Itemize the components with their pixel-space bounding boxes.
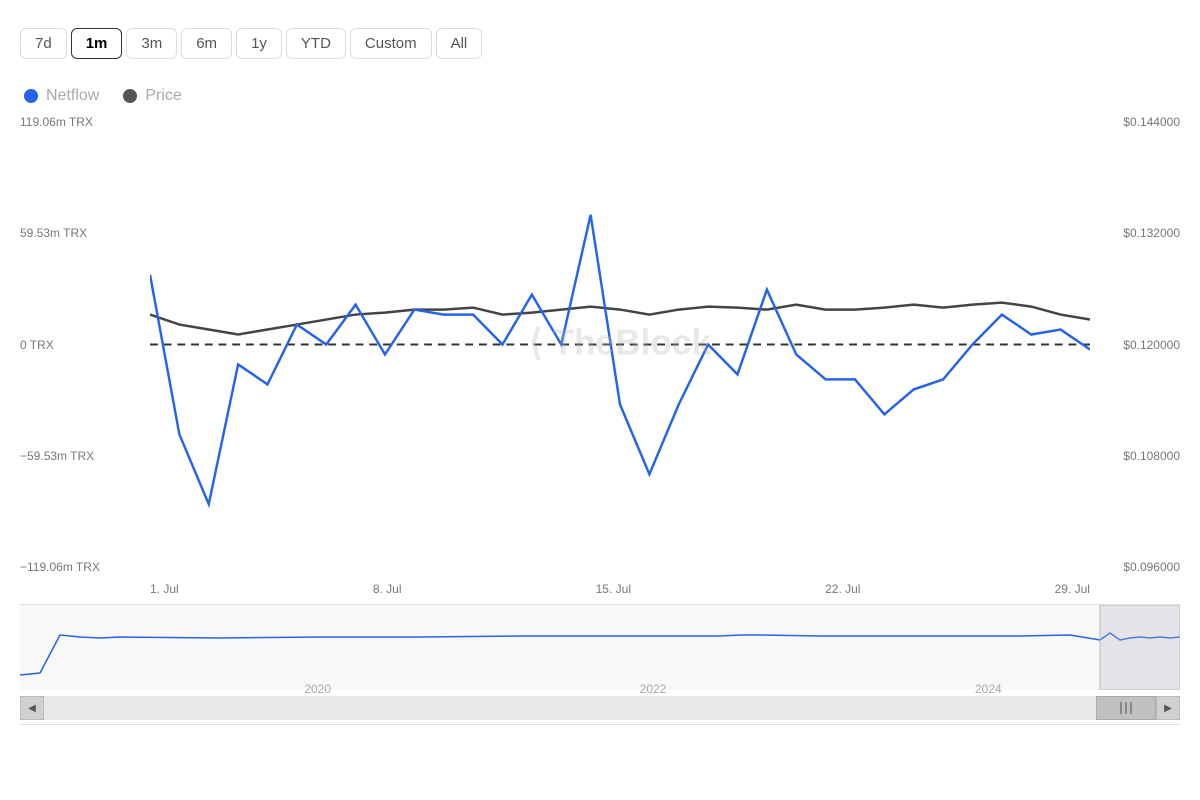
time-btn-custom[interactable]: Custom xyxy=(350,28,432,59)
main-chart: 119.06m TRX 59.53m TRX 0 TRX −59.53m TRX −11… xyxy=(20,115,1180,605)
watermark-text: ⟨ TheBlock xyxy=(529,322,711,362)
price-dot xyxy=(123,89,137,103)
x-axis: 1. Jul 8. Jul 15. Jul 22. Jul 29. Jul xyxy=(150,574,1090,604)
x-label-0: 1. Jul xyxy=(150,582,179,596)
time-range-bar: 7d1m3m6m1yYTDCustomAll xyxy=(20,20,1180,67)
y-left-label-0: 119.06m TRX xyxy=(20,115,150,129)
time-btn-6m[interactable]: 6m xyxy=(181,28,232,59)
scrollbar-track[interactable]: ◀ ▶ xyxy=(20,696,1180,720)
y-right-label-0: $0.144000 xyxy=(1123,115,1180,129)
netflow-label: Netflow xyxy=(46,87,99,105)
chart-wrapper: 119.06m TRX 59.53m TRX 0 TRX −59.53m TRX −11… xyxy=(20,115,1180,725)
y-left-label-4: −119.06m TRX xyxy=(20,560,150,574)
y-left-label-2: 0 TRX xyxy=(20,338,150,352)
y-axis-left: 119.06m TRX 59.53m TRX 0 TRX −59.53m TRX −11… xyxy=(20,115,150,574)
y-right-label-2: $0.120000 xyxy=(1123,338,1180,352)
chart-legend: Netflow Price xyxy=(20,87,1180,105)
legend-price: Price xyxy=(123,87,181,105)
legend-netflow: Netflow xyxy=(24,87,99,105)
navigator-svg xyxy=(20,605,1180,690)
y-right-label-1: $0.132000 xyxy=(1123,226,1180,240)
y-right-label-3: $0.108000 xyxy=(1123,449,1180,463)
y-axis-right: $0.144000 $0.132000 $0.120000 $0.108000 $0.0… xyxy=(1090,115,1180,574)
chart-svg-area: ⟨ TheBlock xyxy=(150,115,1090,574)
x-label-1: 8. Jul xyxy=(373,582,402,596)
time-btn-3m[interactable]: 3m xyxy=(126,28,177,59)
x-label-2: 15. Jul xyxy=(596,582,631,596)
time-btn-1m[interactable]: 1m xyxy=(71,28,123,59)
scroll-thumb[interactable] xyxy=(1096,696,1156,720)
time-btn-ytd[interactable]: YTD xyxy=(286,28,346,59)
x-label-4: 29. Jul xyxy=(1055,582,1090,596)
page-container: 7d1m3m6m1yYTDCustomAll Netflow Price 119… xyxy=(0,0,1200,800)
price-label: Price xyxy=(145,87,181,105)
main-chart-svg: ⟨ TheBlock xyxy=(150,115,1090,574)
time-btn-1y[interactable]: 1y xyxy=(236,28,282,59)
nav-x-label-2: 2024 xyxy=(975,682,1002,696)
y-left-label-1: 59.53m TRX xyxy=(20,226,150,240)
nav-x-label-0: 2020 xyxy=(304,682,331,696)
scroll-thumb-handle xyxy=(1120,702,1132,714)
time-btn-all[interactable]: All xyxy=(436,28,483,59)
navigator: 2020 2022 2024 ◀ ▶ xyxy=(20,605,1180,725)
nav-bg xyxy=(20,605,1180,690)
x-label-3: 22. Jul xyxy=(825,582,860,596)
nav-highlight xyxy=(1100,605,1180,690)
nav-x-label-1: 2022 xyxy=(640,682,667,696)
y-left-label-3: −59.53m TRX xyxy=(20,449,150,463)
netflow-dot xyxy=(24,89,38,103)
time-btn-7d[interactable]: 7d xyxy=(20,28,67,59)
nav-x-labels: 2020 2022 2024 xyxy=(150,682,1156,696)
scroll-right-button[interactable]: ▶ xyxy=(1156,696,1180,720)
scroll-left-button[interactable]: ◀ xyxy=(20,696,44,720)
scroll-track-inner xyxy=(44,696,1156,720)
y-right-label-4: $0.096000 xyxy=(1123,560,1180,574)
